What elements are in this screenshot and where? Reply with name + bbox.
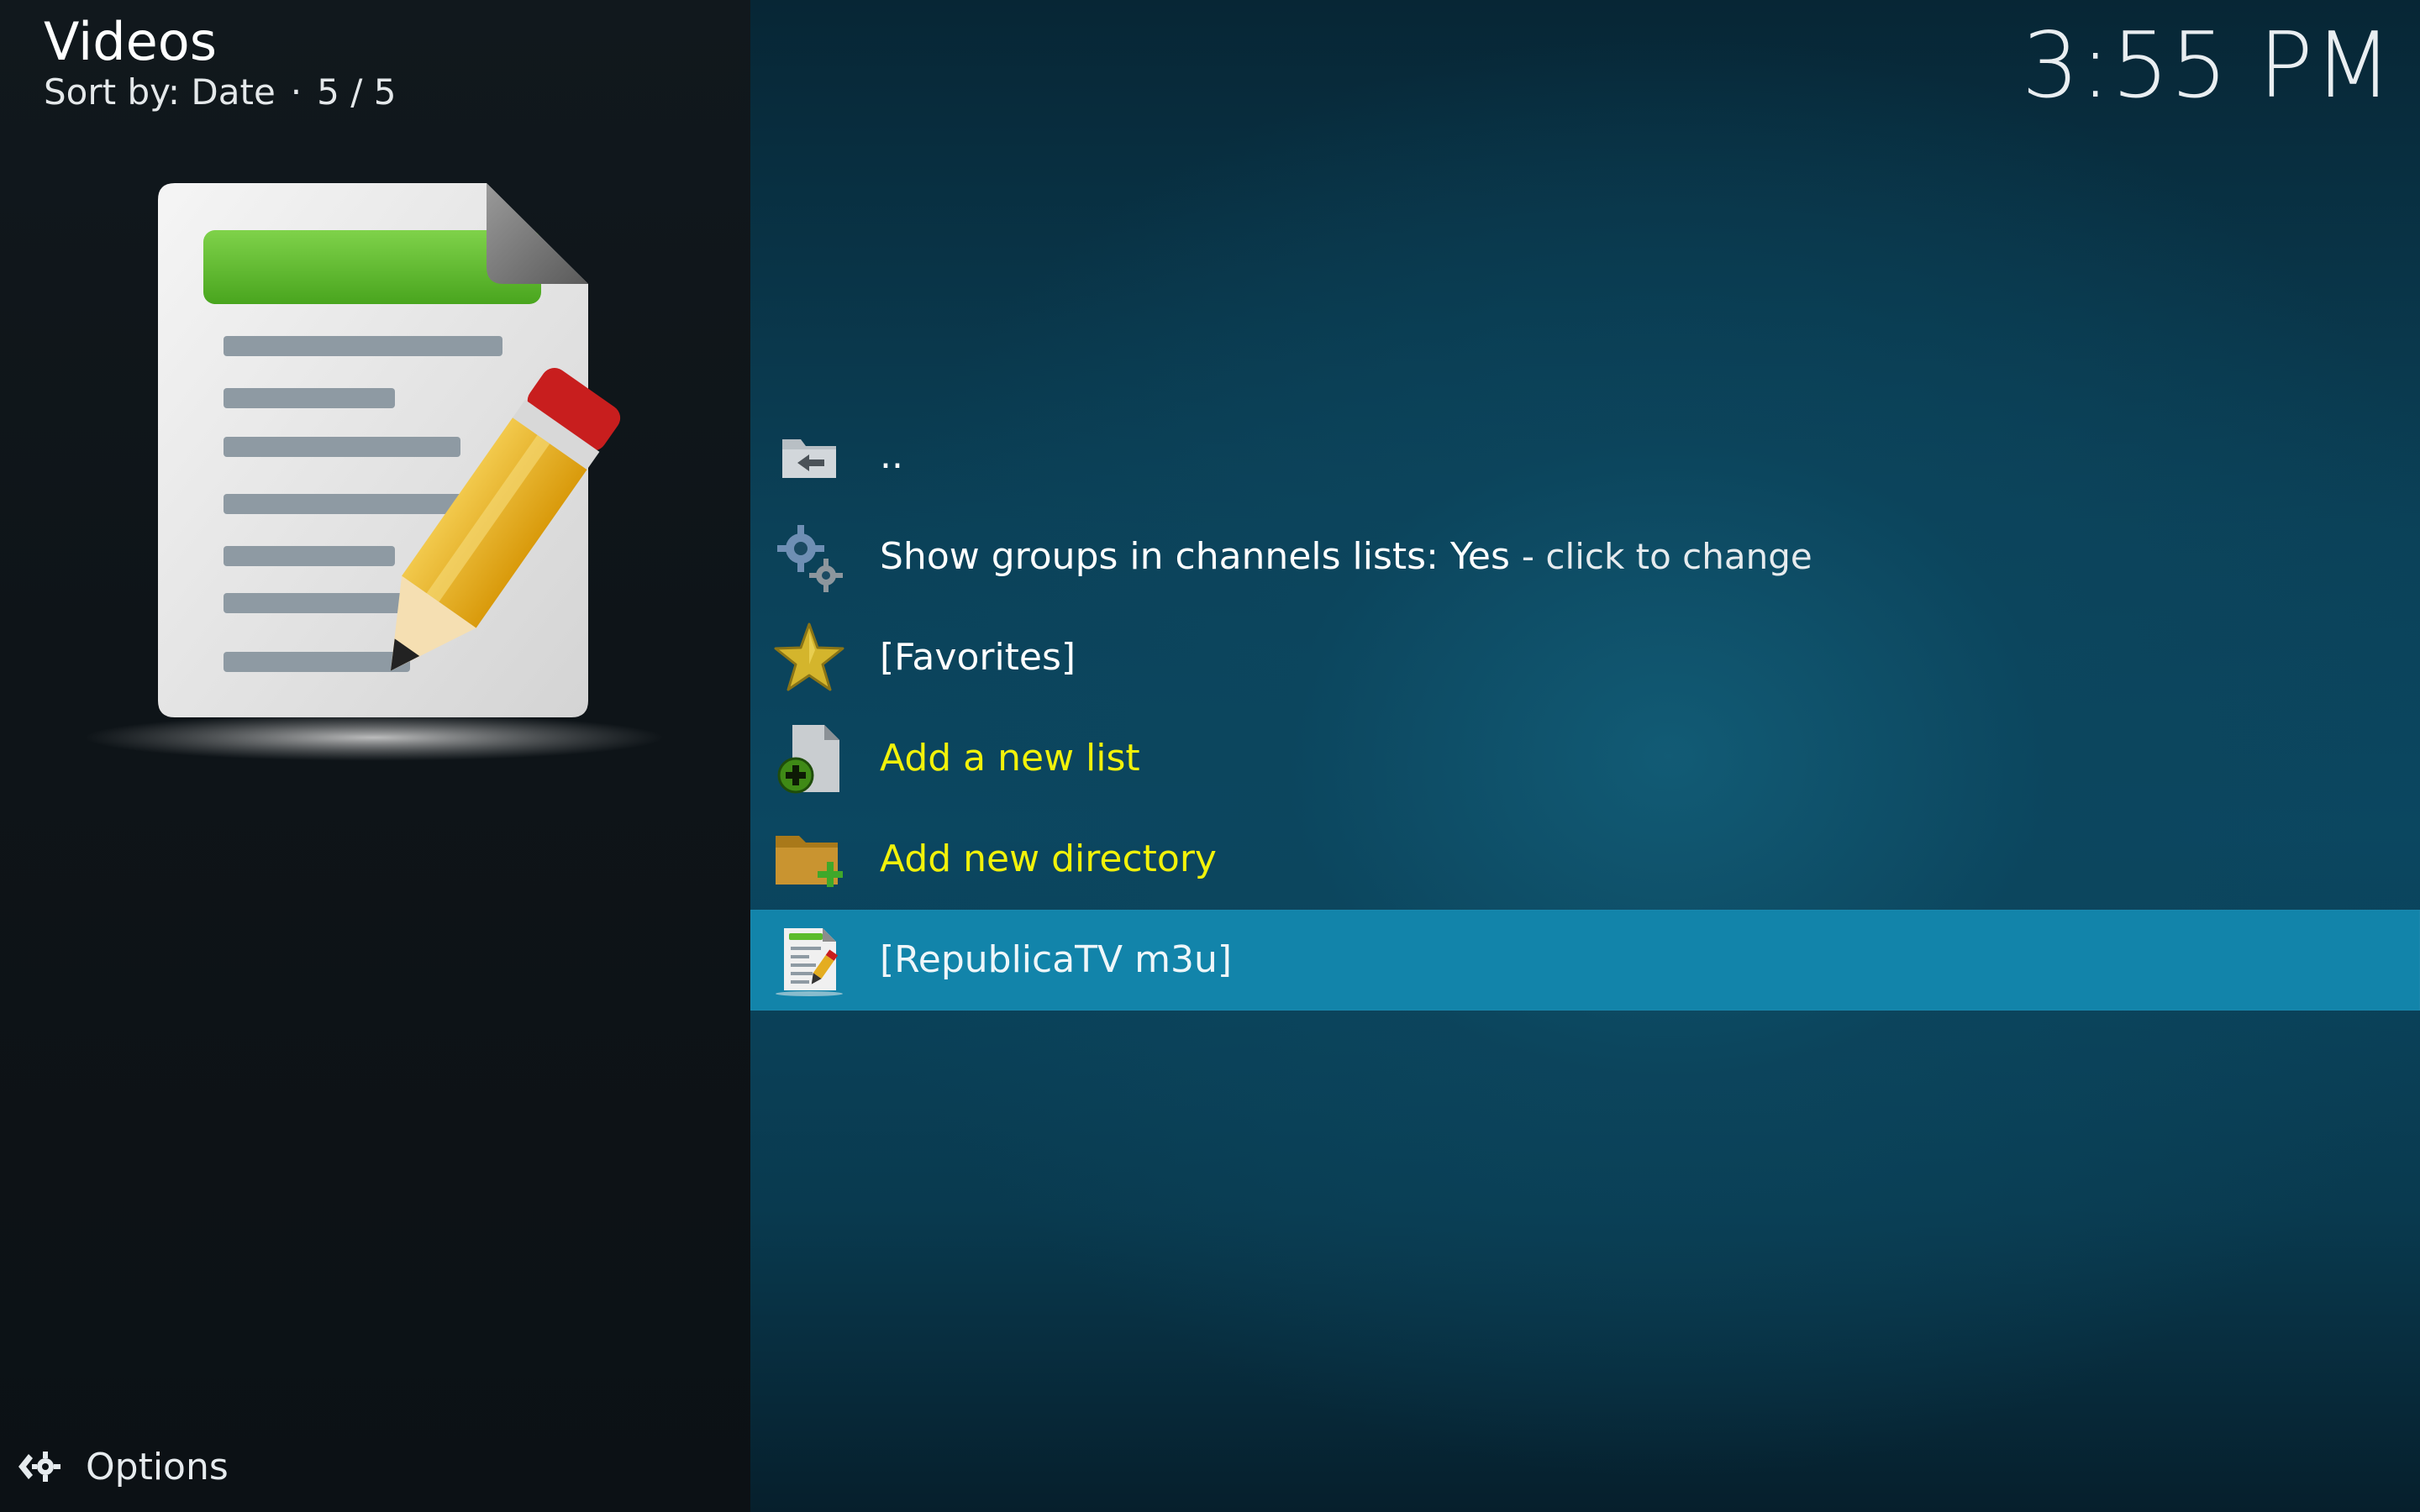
options-gear-icon bbox=[15, 1444, 60, 1489]
list-item-republicatv[interactable]: [RepublicaTV m3u] bbox=[750, 910, 2420, 1011]
options-label: Options bbox=[86, 1445, 229, 1488]
add-folder-icon bbox=[772, 822, 846, 896]
setting-text: Show groups in channels lists: Yes bbox=[880, 535, 1510, 578]
item-label: Add new directory bbox=[880, 837, 1217, 880]
setting-hint: - click to change bbox=[1521, 536, 1812, 577]
sort-info[interactable]: Sort by: Date · 5 / 5 bbox=[44, 67, 396, 118]
item-label: [RepublicaTV m3u] bbox=[880, 938, 1233, 981]
item-label: [Favorites] bbox=[880, 636, 1076, 679]
settings-gears-icon bbox=[772, 520, 846, 594]
item-count: 5 / 5 bbox=[317, 71, 397, 113]
list-item-add-list[interactable]: Add a new list bbox=[750, 708, 2420, 809]
item-label: Show groups in channels lists: Yes - cli… bbox=[880, 507, 1812, 607]
item-label: .. bbox=[880, 434, 903, 477]
item-label: Add a new list bbox=[880, 737, 1140, 780]
list-item-favorites[interactable]: [Favorites] bbox=[750, 607, 2420, 708]
kodi-screen: Videos Sort by: Date · 5 / 5 3:55 PM .. … bbox=[0, 0, 2420, 1512]
document-edit-icon bbox=[84, 176, 664, 764]
folder-back-icon bbox=[772, 419, 846, 493]
sort-label: Sort by: Date bbox=[44, 71, 276, 113]
file-list: .. Show groups in channels lists: Yes - … bbox=[750, 406, 2420, 1011]
options-button[interactable]: Options bbox=[15, 1438, 229, 1495]
list-item-parent[interactable]: .. bbox=[750, 406, 2420, 507]
list-item-add-directory[interactable]: Add new directory bbox=[750, 809, 2420, 910]
document-edit-icon bbox=[772, 923, 846, 997]
separator: · bbox=[290, 71, 302, 113]
list-item-show-groups[interactable]: Show groups in channels lists: Yes - cli… bbox=[750, 507, 2420, 607]
star-icon bbox=[772, 621, 846, 695]
add-file-icon bbox=[772, 722, 846, 795]
clock: 3:55 PM bbox=[2021, 13, 2393, 118]
